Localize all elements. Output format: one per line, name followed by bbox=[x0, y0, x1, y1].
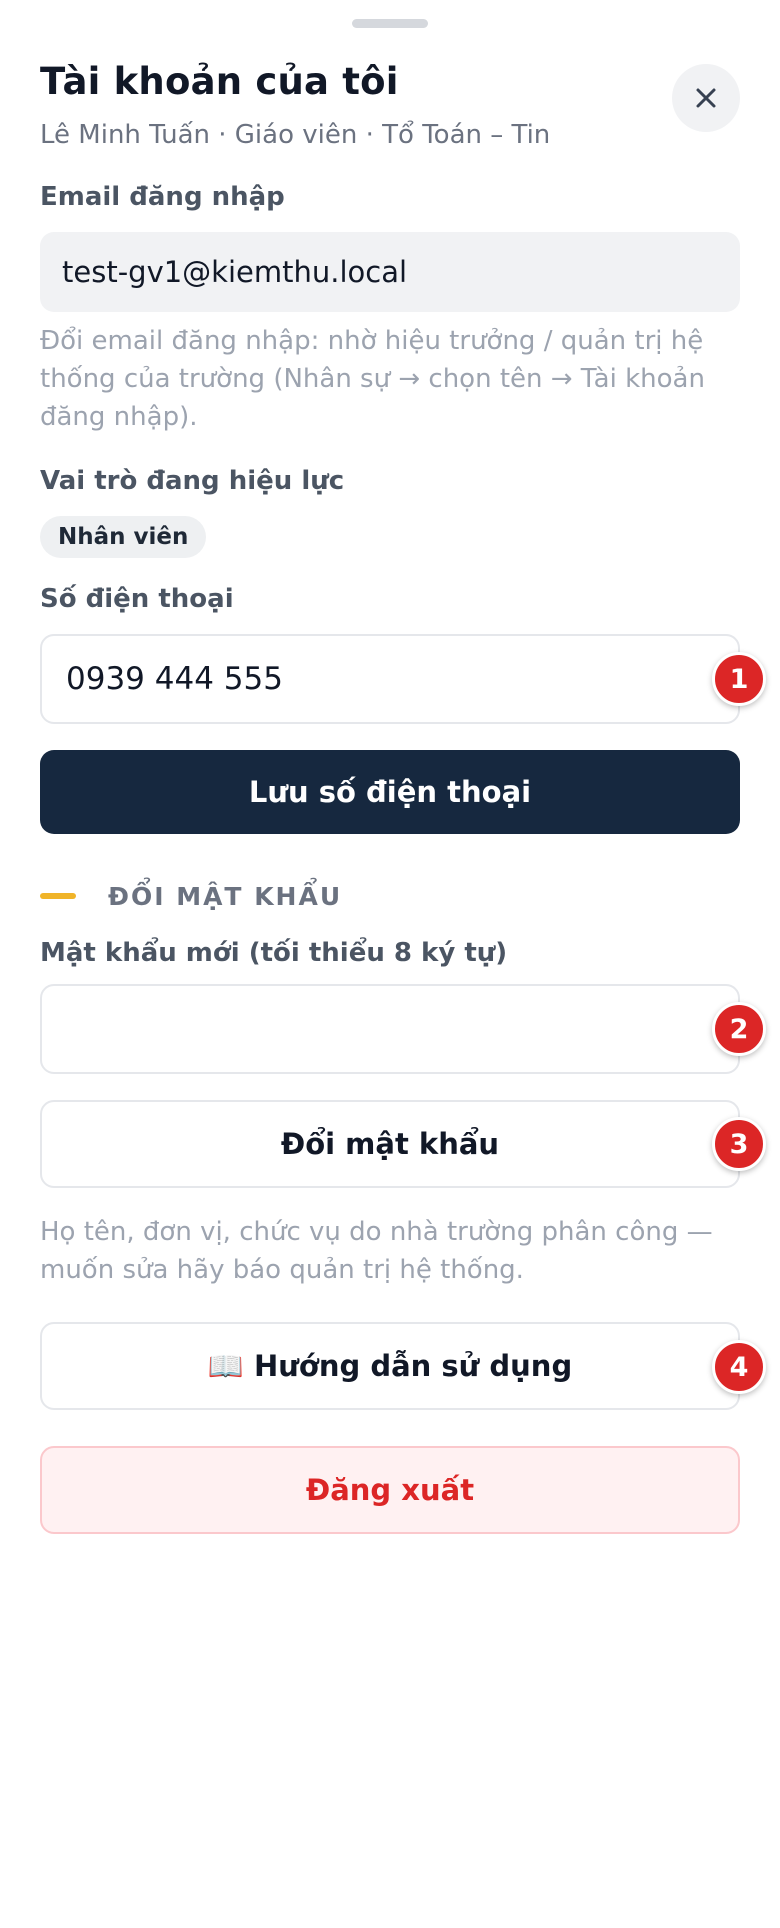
section-title: ĐỔI MẬT KHẨU bbox=[108, 881, 343, 911]
user-guide-button[interactable]: 📖 Hướng dẫn sử dụng bbox=[40, 1322, 740, 1410]
section-accent-bar bbox=[40, 893, 76, 899]
sheet-grabber[interactable] bbox=[352, 19, 428, 28]
info-hint: Họ tên, đơn vị, chức vụ do nhà trường ph… bbox=[40, 1217, 713, 1285]
email-field: test-gv1@kiemthu.local bbox=[40, 232, 740, 312]
badge-3: 3 bbox=[712, 1117, 766, 1171]
change-password-button[interactable]: Đổi mật khẩu bbox=[40, 1100, 740, 1188]
close-button[interactable] bbox=[672, 64, 740, 132]
page-title: Tài khoản của tôi bbox=[40, 60, 399, 103]
close-icon bbox=[696, 88, 716, 108]
email-hint: Đổi email đăng nhập: nhờ hiệu trưởng / q… bbox=[40, 326, 705, 432]
role-label: Vai trò đang hiệu lực bbox=[40, 466, 345, 496]
user-subtitle: Lê Minh Tuấn · Giáo viên · Tổ Toán – Tin bbox=[40, 120, 551, 150]
badge-4: 4 bbox=[712, 1340, 766, 1394]
phone-label: Số điện thoại bbox=[40, 584, 234, 614]
badge-2: 2 bbox=[712, 1002, 766, 1056]
save-phone-button[interactable]: Lưu số điện thoại bbox=[40, 750, 740, 834]
account-sheet: Tài khoản của tôi Lê Minh Tuấn · Giáo vi… bbox=[0, 0, 780, 1928]
password-label: Mật khẩu mới (tối thiểu 8 ký tự) bbox=[40, 938, 508, 968]
phone-input[interactable]: 0939 444 555 bbox=[40, 634, 740, 724]
email-label: Email đăng nhập bbox=[40, 182, 285, 212]
new-password-input[interactable] bbox=[40, 984, 740, 1074]
password-section-header: ĐỔI MẬT KHẨU bbox=[40, 880, 342, 912]
phone-value: 0939 444 555 bbox=[66, 661, 283, 697]
badge-1: 1 bbox=[712, 652, 766, 706]
role-chip: Nhân viên bbox=[40, 516, 207, 558]
email-value: test-gv1@kiemthu.local bbox=[62, 255, 408, 289]
logout-button[interactable]: Đăng xuất bbox=[40, 1446, 740, 1534]
